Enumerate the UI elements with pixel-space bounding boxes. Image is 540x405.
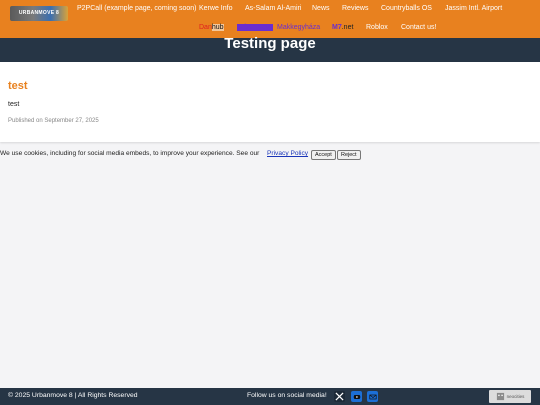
site-header: URBANMOVE 8 P2PCall (example page, comin… — [0, 0, 540, 38]
nav-item-jassim-airport[interactable]: Jassim Intl. Airport — [445, 5, 502, 12]
cookie-text: We use cookies, including for social med… — [0, 150, 260, 157]
reject-button[interactable]: Reject — [337, 150, 361, 160]
page-title: Testing page — [224, 35, 316, 52]
nav-item-countryballs-os[interactable]: Countryballs OS — [381, 5, 432, 12]
youtube-icon[interactable] — [351, 391, 362, 402]
nav-item-as-salam-al-amiri[interactable]: As-Salam Al-Amiri — [245, 5, 301, 12]
dotnet-text: .net — [341, 24, 354, 31]
neocities-cat-icon — [496, 392, 504, 401]
post-card: test test Published on September 27, 202… — [0, 62, 540, 142]
nav-item-makkegyhaza[interactable]: Makkegyháza — [277, 24, 320, 31]
neocities-badge[interactable]: neocities — [489, 390, 531, 403]
nav-item-reviews[interactable]: Reviews — [342, 5, 368, 12]
nav-item-p2pcall[interactable]: P2PCall (example page, coming soon) — [77, 5, 196, 12]
m7-text: M7 — [332, 24, 342, 31]
mail-icon[interactable] — [367, 391, 378, 402]
post-title: test — [8, 80, 28, 92]
danhub-hub-text: hub — [211, 24, 224, 31]
post-body: test — [8, 101, 20, 108]
copyright-text: © 2025 Urbanmove 8 | All Rights Reserved — [8, 392, 138, 399]
nav-item-roblox[interactable]: Roblox — [366, 24, 388, 31]
danhub-dan-text: Dan — [199, 24, 212, 31]
accept-button[interactable]: Accept — [311, 150, 336, 160]
nav-item-urbanmove[interactable]: Urbanmove — [237, 24, 274, 31]
privacy-policy-link[interactable]: Privacy Policy — [267, 150, 308, 157]
hero-banner: Testing page — [0, 35, 540, 62]
neocities-label: neocities — [506, 394, 525, 399]
nav-item-news[interactable]: News — [312, 5, 330, 12]
x-icon[interactable] — [334, 391, 345, 402]
post-date: Published on September 27, 2025 — [8, 118, 99, 124]
nav-item-danhub[interactable]: Danhub — [199, 24, 224, 31]
cookie-banner: We use cookies, including for social med… — [0, 149, 540, 161]
site-logo[interactable]: URBANMOVE 8 — [10, 6, 68, 21]
follow-text: Follow us on social media! — [247, 392, 327, 399]
nav-item-contact-us[interactable]: Contact us! — [401, 24, 436, 31]
nav-item-m7-net[interactable]: M7.net — [332, 24, 353, 31]
site-footer: © 2025 Urbanmove 8 | All Rights Reserved… — [0, 388, 540, 405]
nav-item-kerwe-info[interactable]: Kerwe Info — [199, 5, 232, 12]
